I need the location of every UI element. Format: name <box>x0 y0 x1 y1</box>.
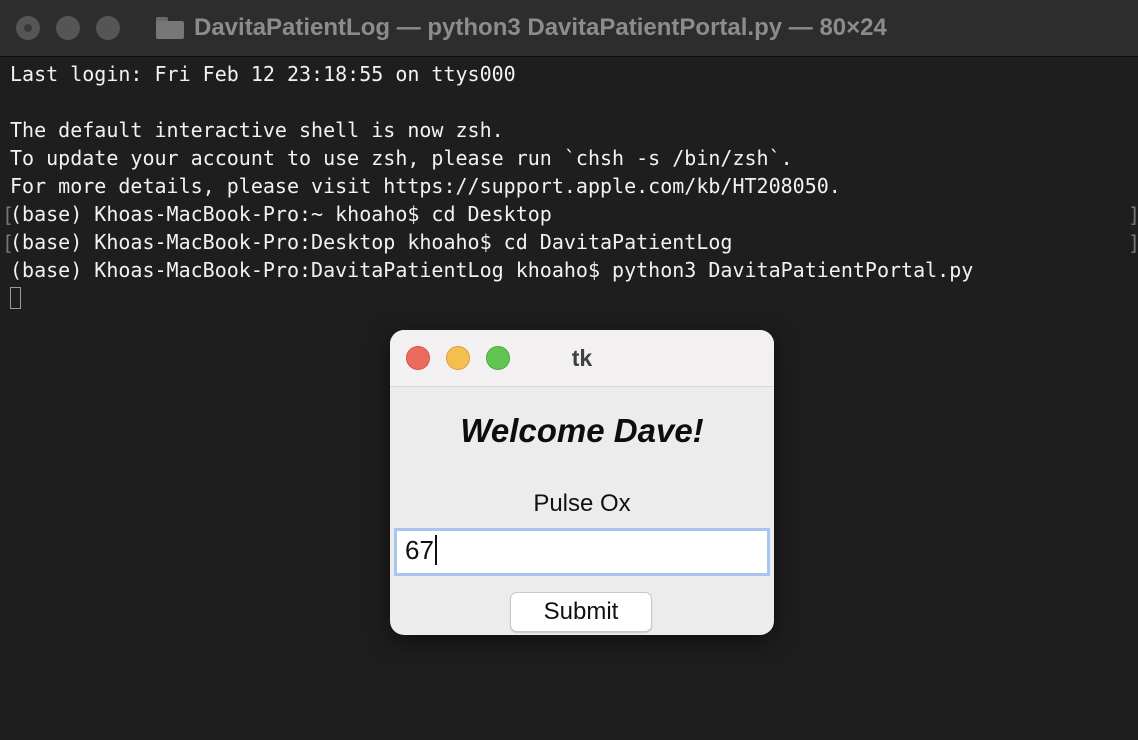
terminal-maximize-button[interactable] <box>96 16 120 40</box>
dialog-close-button[interactable] <box>406 346 430 370</box>
pulse-ox-label: Pulse Ox <box>533 490 631 517</box>
pulse-ox-value: 67 <box>405 535 434 565</box>
dialog-titlebar: tk <box>390 330 774 387</box>
terminal-title-group: DavitaPatientLog — python3 DavitaPatient… <box>156 12 887 44</box>
terminal-line: For more details, please visit https://s… <box>10 174 841 198</box>
text-caret <box>434 535 437 565</box>
terminal-minimize-button[interactable] <box>56 16 80 40</box>
dialog-minimize-button[interactable] <box>446 346 470 370</box>
terminal-line: (base) Khoas-MacBook-Pro:DavitaPatientLo… <box>10 258 974 282</box>
submit-button[interactable]: Submit <box>510 592 652 632</box>
terminal-line: To update your account to use zsh, pleas… <box>10 146 793 170</box>
terminal-output[interactable]: Last login: Fri Feb 12 23:18:55 on ttys0… <box>10 60 1132 309</box>
terminal-line: (base) Khoas-MacBook-Pro:Desktop khoaho$… <box>10 230 733 254</box>
terminal-cursor <box>10 287 21 309</box>
terminal-titlebar: DavitaPatientLog — python3 DavitaPatient… <box>0 0 1138 57</box>
pulse-ox-input[interactable]: 67 <box>394 528 770 576</box>
dialog-maximize-button[interactable] <box>486 346 510 370</box>
folder-icon <box>156 17 184 39</box>
terminal-close-button[interactable] <box>16 16 40 40</box>
welcome-heading: Welcome Dave! <box>460 412 704 449</box>
terminal-line: The default interactive shell is now zsh… <box>10 118 504 142</box>
terminal-line: (base) Khoas-MacBook-Pro:~ khoaho$ cd De… <box>10 202 552 226</box>
terminal-title: DavitaPatientLog — python3 DavitaPatient… <box>194 14 887 41</box>
tk-dialog: tk Welcome Dave! Pulse Ox 67 Submit <box>390 330 774 635</box>
terminal-line: Last login: Fri Feb 12 23:18:55 on ttys0… <box>10 62 516 86</box>
